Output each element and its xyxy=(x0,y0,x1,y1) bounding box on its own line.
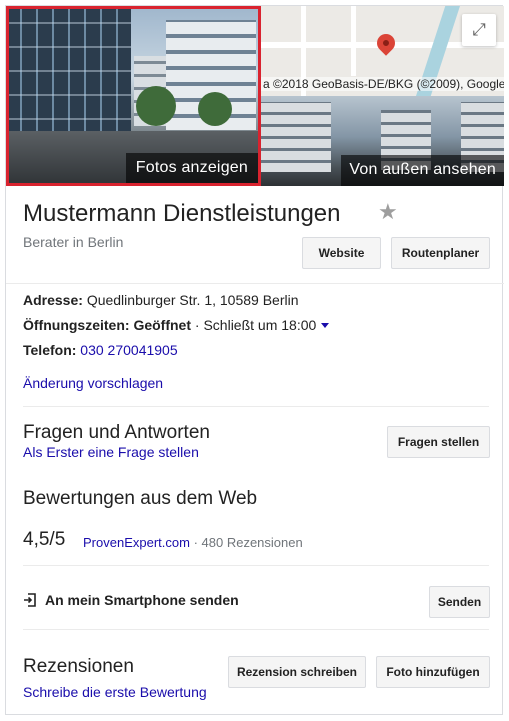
business-category: Berater in Berlin xyxy=(23,234,124,250)
map-and-streetview: ⤢ a ©2018 GeoBasis-DE/BKG (©2009), Googl… xyxy=(261,6,504,186)
suggest-edit-link[interactable]: Änderung vorschlagen xyxy=(23,375,163,391)
phone-row: Telefon: 030 270041905 xyxy=(23,342,178,358)
show-photos-label[interactable]: Fotos anzeigen xyxy=(125,153,258,183)
map-thumbnail[interactable]: ⤢ a ©2018 GeoBasis-DE/BKG (©2009), Googl… xyxy=(261,6,504,101)
divider xyxy=(23,406,489,407)
write-review-button[interactable]: Rezension schreiben xyxy=(228,656,366,688)
photo-strip: Fotos anzeigen ⤢ a ©2018 GeoBasis-DE/BKG… xyxy=(6,6,504,188)
reviews-title: Rezensionen xyxy=(23,656,134,677)
add-photo-button[interactable]: Foto hinzufügen xyxy=(376,656,490,688)
rating-separator: · xyxy=(193,535,198,550)
divider xyxy=(23,565,489,566)
expand-icon[interactable]: ⤢ xyxy=(462,14,496,46)
hours-close[interactable]: Schließt um 18:00 xyxy=(203,317,316,333)
send-to-phone-label: An mein Smartphone senden xyxy=(45,592,239,608)
rating-value: 4,5/5 xyxy=(23,529,66,550)
ask-question-link[interactable]: Als Erster eine Frage stellen xyxy=(23,444,199,460)
hours-status: Geöffnet xyxy=(133,317,191,333)
divider xyxy=(23,629,489,630)
star-icon[interactable]: ★ xyxy=(378,199,398,225)
ask-question-button[interactable]: Fragen stellen xyxy=(387,426,490,458)
knowledge-panel: Fotos anzeigen ⤢ a ©2018 GeoBasis-DE/BKG… xyxy=(5,5,504,715)
rating-source-link[interactable]: ProvenExpert.com xyxy=(83,535,190,550)
chevron-down-icon[interactable] xyxy=(321,323,330,328)
route-planner-button[interactable]: Routenplaner xyxy=(391,237,490,269)
write-first-review-link[interactable]: Schreibe die erste Bewertung xyxy=(23,684,207,700)
web-reviews-title: Bewertungen aus dem Web xyxy=(23,488,258,509)
photos-thumbnail[interactable]: Fotos anzeigen xyxy=(6,6,261,186)
send-to-phone-row: An mein Smartphone senden xyxy=(23,592,239,608)
hours-row: Öffnungszeiten: Geöffnet · Schließt um 1… xyxy=(23,317,330,333)
divider xyxy=(6,283,504,284)
phone-label: Telefon: xyxy=(23,342,77,358)
building-image xyxy=(261,102,331,172)
address-label: Adresse: xyxy=(23,292,83,308)
address-row: Adresse: Quedlinburger Str. 1, 10589 Ber… xyxy=(23,292,299,308)
street-view-thumbnail[interactable]: Von außen ansehen xyxy=(261,96,504,186)
map-road xyxy=(351,6,356,76)
map-attribution: a ©2018 GeoBasis-DE/BKG (©2009), Google xyxy=(261,77,504,91)
send-button[interactable]: Senden xyxy=(429,586,490,618)
hours-label: Öffnungszeiten: xyxy=(23,317,130,333)
hours-separator: · xyxy=(194,317,200,333)
outside-view-label[interactable]: Von außen ansehen xyxy=(341,155,504,186)
rating-source: ProvenExpert.com · 480 Rezensionen xyxy=(83,535,303,550)
address-value[interactable]: Quedlinburger Str. 1, 10589 Berlin xyxy=(87,292,299,308)
website-button[interactable]: Website xyxy=(302,237,381,269)
send-to-phone-icon xyxy=(24,593,36,607)
location-pin-icon xyxy=(373,30,399,56)
business-name: Mustermann Dienstleistungen xyxy=(23,200,341,227)
review-count: 480 Rezensionen xyxy=(201,535,303,550)
phone-link[interactable]: 030 270041905 xyxy=(80,342,177,358)
qa-title: Fragen und Antworten xyxy=(23,422,210,443)
